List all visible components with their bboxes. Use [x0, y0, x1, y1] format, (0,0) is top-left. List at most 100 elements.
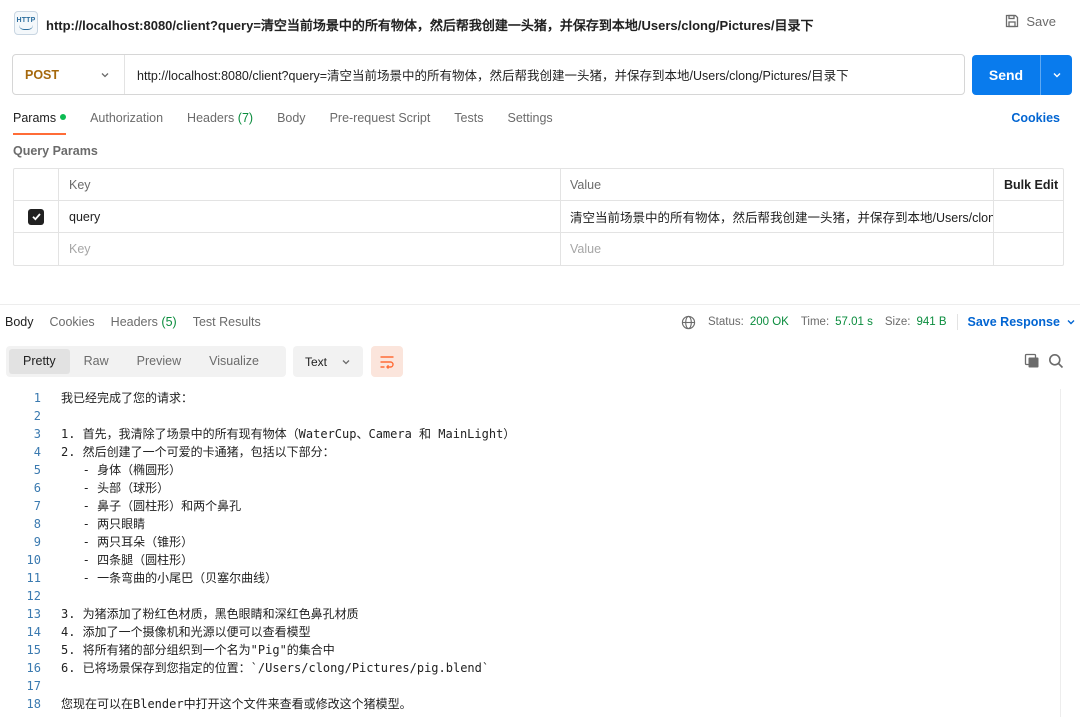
response-tabs: Body Cookies Headers (5) Test Results [5, 315, 261, 335]
chevron-down-icon [101, 72, 109, 77]
table-header: Key Value Bulk Edit [14, 169, 1063, 201]
view-pretty[interactable]: Pretty [9, 349, 70, 374]
time-value[interactable]: 57.01 s [835, 316, 873, 328]
view-preview[interactable]: Preview [123, 349, 195, 374]
line-number: 14 [26, 625, 41, 639]
code-text: - 鼻子（圆柱形）和两个鼻孔 [61, 499, 242, 513]
tab-body[interactable]: Body [277, 109, 306, 133]
param-key-cell[interactable]: query [59, 201, 561, 232]
view-mode-segmented: Pretty Raw Preview Visualize [6, 346, 286, 377]
tab-params[interactable]: Params [13, 109, 67, 135]
code-line: 8 - 两只眼睛 [0, 515, 1064, 533]
res-headers-count: (5) [161, 315, 177, 329]
code-text: 6. 已将场景保存到您指定的位置：`/Users/clong/Pictures/… [61, 661, 490, 675]
code-line: 4 2. 然后创建了一个可爱的卡通猪，包括以下部分： [0, 443, 1064, 461]
wrap-lines-button[interactable] [371, 346, 403, 377]
line-number: 12 [26, 589, 41, 603]
res-tab-test-results[interactable]: Test Results [193, 315, 261, 335]
query-params-table: Key Value Bulk Edit query 清空当前场景中的所有物体，然… [13, 168, 1064, 266]
line-number: 4 [33, 445, 41, 459]
code-text: - 头部（球形） [61, 481, 170, 495]
save-response-button[interactable]: Save Response [968, 315, 1076, 329]
line-number: 10 [26, 553, 41, 567]
code-line: 15 5. 将所有猪的部分组织到一个名为"Pig"的集合中 [0, 641, 1064, 659]
line-number: 8 [33, 517, 41, 531]
http-icon-label: HTTP [16, 16, 36, 24]
code-line: 1 我已经完成了您的请求： [0, 389, 1064, 407]
size-label: Size: [884, 316, 911, 328]
globe-icon[interactable] [681, 315, 696, 330]
view-raw[interactable]: Raw [70, 349, 123, 374]
method-select[interactable]: POST [13, 55, 125, 94]
code-line: 18 您现在可以在Blender中打开这个文件来查看或修改这个猪模型。 [0, 695, 1064, 713]
line-number: 3 [33, 427, 41, 441]
code-line: 13 3. 为猪添加了粉红色材质，黑色眼睛和深红色鼻孔材质 [0, 605, 1064, 623]
divider [0, 304, 1080, 305]
cookies-link[interactable]: Cookies [1011, 111, 1060, 125]
response-body[interactable]: 1 我已经完成了您的请求： 2 3 1. 首先，我清除了场景中的所有现有物体（Water… [0, 389, 1064, 713]
params-active-dot [60, 114, 67, 120]
title-bar: HTTP http://localhost:8080/client?query=… [0, 0, 1080, 46]
search-icon[interactable] [1048, 353, 1064, 369]
param-checkbox[interactable] [28, 208, 44, 225]
status-label: Status: [708, 316, 744, 328]
response-scrollbar[interactable] [1060, 389, 1061, 717]
tab-prerequest-script[interactable]: Pre-request Script [330, 109, 431, 133]
url-input[interactable] [125, 55, 964, 94]
line-number: 17 [26, 679, 41, 693]
line-number: 11 [26, 571, 41, 585]
bulk-edit-button[interactable]: Bulk Edit [1004, 178, 1058, 192]
res-headers-label: Headers [110, 315, 158, 329]
line-number: 7 [33, 499, 41, 513]
check-icon [31, 213, 41, 221]
format-select[interactable]: Text [293, 346, 363, 377]
new-value-input[interactable]: Value [561, 233, 994, 265]
tab-headers[interactable]: Headers (7) [187, 109, 253, 133]
format-value: Text [305, 354, 328, 369]
code-line: 16 6. 已将场景保存到您指定的位置：`/Users/clong/Picture… [0, 659, 1064, 677]
wrap-lines-icon [380, 355, 394, 369]
code-text: 5. 将所有猪的部分组织到一个名为"Pig"的集合中 [61, 643, 335, 657]
code-line: 14 4. 添加了一个摄像机和光源以便可以查看模型 [0, 623, 1064, 641]
code-text: 4. 添加了一个摄像机和光源以便可以查看模型 [61, 625, 311, 639]
tab-tests[interactable]: Tests [454, 109, 483, 133]
res-tab-cookies[interactable]: Cookies [50, 315, 95, 335]
tab-headers-label: Headers [187, 111, 235, 125]
save-response-label: Save Response [967, 315, 1060, 329]
col-key-header: Key [59, 169, 561, 200]
send-dropdown[interactable] [1041, 70, 1072, 80]
code-line: 11 - 一条弯曲的小尾巴（贝塞尔曲线） [0, 569, 1064, 587]
save-button[interactable]: Save [1004, 13, 1056, 29]
send-button[interactable]: Send [972, 55, 1072, 95]
copy-icon[interactable] [1024, 353, 1040, 369]
code-line: 10 - 四条腿（圆柱形） [0, 551, 1064, 569]
chevron-down-icon [342, 359, 350, 364]
line-number: 9 [33, 535, 41, 549]
chevron-down-icon [1067, 320, 1075, 325]
line-number: 2 [33, 409, 41, 423]
method-value: POST [25, 67, 60, 82]
code-text: - 两只眼睛 [61, 517, 146, 531]
request-title: http://localhost:8080/client?query=清空当前场… [46, 18, 814, 33]
param-value-cell[interactable]: 清空当前场景中的所有物体，然后帮我创建一头猪，并保存到本地/Users/clon… [561, 201, 994, 232]
code-line: 12 [0, 587, 1064, 605]
chevron-down-icon [1053, 73, 1060, 78]
http-request-icon: HTTP [14, 11, 38, 35]
code-text: 您现在可以在Blender中打开这个文件来查看或修改这个猪模型。 [61, 697, 412, 711]
code-text: - 身体（椭圆形） [61, 463, 182, 477]
size-value[interactable]: 941 B [916, 316, 946, 328]
send-label: Send [988, 67, 1024, 83]
code-line: 6 - 头部（球形） [0, 479, 1064, 497]
tab-settings[interactable]: Settings [507, 109, 552, 133]
line-number: 16 [26, 661, 41, 675]
line-number: 6 [33, 481, 41, 495]
table-row-empty: Key Value [14, 233, 1063, 265]
tab-authorization[interactable]: Authorization [90, 109, 163, 133]
res-tab-body[interactable]: Body [5, 315, 34, 335]
new-key-input[interactable]: Key [59, 233, 561, 265]
code-text: 3. 为猪添加了粉红色材质，黑色眼睛和深红色鼻孔材质 [61, 607, 359, 621]
line-number: 15 [26, 643, 41, 657]
res-tab-headers[interactable]: Headers (5) [111, 315, 177, 335]
status-value[interactable]: 200 OK [750, 316, 789, 328]
view-visualize[interactable]: Visualize [195, 349, 273, 374]
